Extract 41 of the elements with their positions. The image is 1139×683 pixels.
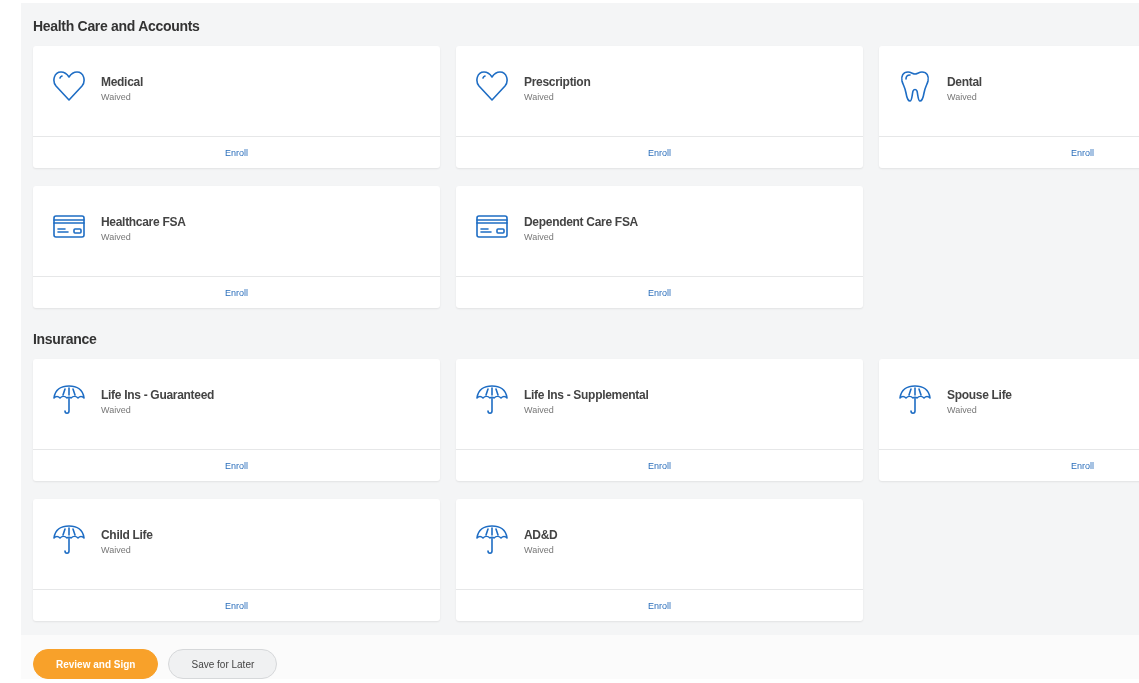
benefit-title: Life Ins - Guaranteed bbox=[101, 388, 215, 402]
enroll-link[interactable]: Enroll bbox=[33, 277, 440, 308]
heart-icon bbox=[475, 69, 509, 103]
benefit-status: Waived bbox=[524, 405, 555, 415]
enroll-link[interactable]: Enroll bbox=[33, 137, 440, 168]
enroll-link[interactable]: Enroll bbox=[33, 450, 440, 481]
umbrella-icon bbox=[475, 522, 509, 556]
benefit-title: AD&D bbox=[524, 528, 558, 542]
enroll-link[interactable]: Enroll bbox=[879, 450, 1139, 481]
benefit-title: Spouse Life bbox=[947, 388, 1012, 402]
benefit-title: Prescription bbox=[524, 75, 591, 89]
enroll-link[interactable]: Enroll bbox=[456, 277, 863, 308]
umbrella-icon bbox=[898, 382, 932, 416]
benefit-status: Waived bbox=[524, 92, 555, 102]
benefit-status: Waived bbox=[524, 545, 555, 555]
umbrella-icon bbox=[52, 382, 86, 416]
umbrella-icon bbox=[52, 522, 86, 556]
section-title: Insurance bbox=[33, 331, 98, 347]
heart-icon bbox=[52, 69, 86, 103]
benefit-status: Waived bbox=[947, 405, 978, 415]
tooth-icon bbox=[898, 69, 932, 103]
benefit-status: Waived bbox=[101, 545, 132, 555]
save-for-later-button[interactable]: Save for Later bbox=[168, 649, 278, 679]
benefit-title: Life Ins - Supplemental bbox=[524, 388, 649, 402]
benefit-status: Waived bbox=[101, 232, 132, 242]
section-title: Health Care and Accounts bbox=[33, 18, 201, 34]
benefit-status: Waived bbox=[101, 405, 132, 415]
enroll-link[interactable]: Enroll bbox=[456, 137, 863, 168]
benefit-title: Dependent Care FSA bbox=[524, 215, 638, 229]
enroll-link[interactable]: Enroll bbox=[456, 450, 863, 481]
benefit-title: Dental bbox=[947, 75, 982, 89]
benefit-status: Waived bbox=[524, 232, 555, 242]
enroll-link[interactable]: Enroll bbox=[33, 590, 440, 621]
benefit-title: Child Life bbox=[101, 528, 153, 542]
benefit-status: Waived bbox=[101, 92, 132, 102]
benefit-title: Medical bbox=[101, 75, 143, 89]
benefit-title: Healthcare FSA bbox=[101, 215, 186, 229]
enroll-link[interactable]: Enroll bbox=[456, 590, 863, 621]
umbrella-icon bbox=[475, 382, 509, 416]
enroll-link[interactable]: Enroll bbox=[879, 137, 1139, 168]
benefit-status: Waived bbox=[947, 92, 978, 102]
